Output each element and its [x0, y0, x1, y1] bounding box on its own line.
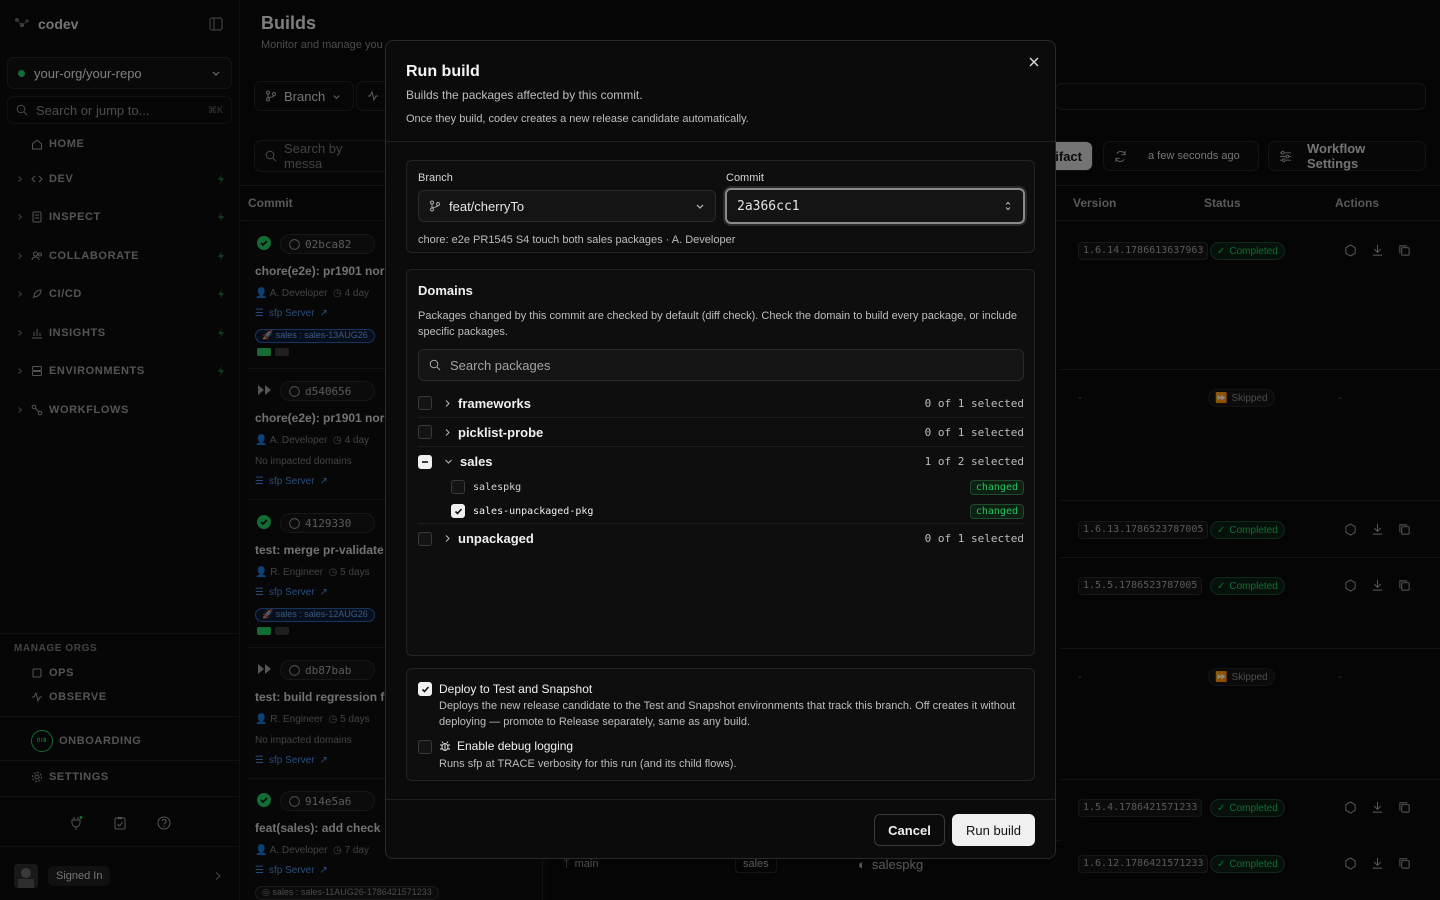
chevron-down-icon: [695, 201, 705, 211]
commit-label: Commit: [726, 172, 764, 184]
commit-value: 2a366cc1: [737, 198, 800, 214]
divider: [386, 799, 1055, 800]
chevron-down-icon[interactable]: [444, 458, 453, 465]
run-build-dialog: Run build Builds the packages affected b…: [385, 40, 1056, 859]
package-search-placeholder: Search packages: [450, 357, 551, 373]
domain-count: 0 of 1 selected: [924, 396, 1024, 410]
domain-checkbox[interactable]: [418, 531, 432, 546]
divider: [386, 141, 1055, 142]
branch-icon: [429, 200, 441, 212]
search-icon: [429, 359, 441, 371]
package-name: salespkg: [473, 481, 522, 493]
chevron-right-icon[interactable]: [444, 534, 451, 543]
domain-count: 0 of 1 selected: [924, 532, 1024, 545]
domain-checkbox[interactable]: [418, 396, 432, 410]
branch-select[interactable]: feat/cherryTo: [418, 190, 716, 222]
domain-name: sales: [460, 454, 493, 469]
domain-name: picklist-probe: [458, 424, 544, 440]
chevron-right-icon[interactable]: [444, 399, 451, 408]
debug-title: Enable debug logging: [457, 739, 574, 753]
package-row-salespkg[interactable]: salespkg changed: [451, 475, 1024, 499]
branch-value: feat/cherryTo: [449, 198, 525, 214]
dialog-note: Once they build, codev creates a new rel…: [406, 113, 749, 125]
package-checkbox[interactable]: [451, 480, 465, 494]
domains-panel: Domains Packages changed by this commit …: [406, 269, 1035, 656]
domain-row-sales[interactable]: sales 1 of 2 selected: [418, 447, 1024, 476]
domains-title: Domains: [418, 283, 473, 298]
cancel-button[interactable]: Cancel: [874, 814, 945, 846]
domain-row-frameworks[interactable]: frameworks 0 of 1 selected: [418, 389, 1024, 418]
package-search-input[interactable]: Search packages: [418, 349, 1024, 381]
changed-badge: changed: [969, 479, 1024, 495]
source-panel: Branch feat/cherryTo Commit 2a366cc1 cho…: [406, 160, 1035, 253]
package-name: sales-unpackaged-pkg: [473, 505, 594, 517]
options-panel: Deploy to Test and Snapshot Deploys the …: [406, 668, 1035, 781]
package-checkbox-checked[interactable]: [451, 504, 465, 518]
deploy-checkbox[interactable]: [418, 682, 432, 696]
deploy-title: Deploy to Test and Snapshot: [439, 682, 593, 696]
deploy-description: Deploys the new release candidate to the…: [439, 700, 1016, 728]
domain-checkbox[interactable]: [418, 425, 432, 439]
domain-count: 0 of 1 selected: [924, 425, 1024, 439]
commit-description: chore: e2e PR1545 S4 touch both sales pa…: [418, 234, 736, 246]
close-icon[interactable]: [1028, 56, 1042, 70]
domain-row-unpackaged[interactable]: unpackaged 0 of 1 selected: [418, 524, 1024, 553]
bug-icon: [439, 740, 451, 752]
domain-checkbox-indeterminate[interactable]: [418, 454, 432, 469]
domains-description: Packages changed by this commit are chec…: [418, 310, 1018, 338]
chevrons-up-down-icon: [1003, 200, 1013, 212]
run-build-button[interactable]: Run build: [952, 814, 1035, 846]
dialog-title: Run build: [406, 63, 480, 80]
package-row-sales-unpackaged-pkg[interactable]: sales-unpackaged-pkg changed: [451, 499, 1024, 523]
domain-name: unpackaged: [458, 531, 534, 546]
debug-checkbox[interactable]: [418, 740, 432, 754]
changed-badge: changed: [969, 503, 1024, 519]
debug-description: Runs sfp at TRACE verbosity for this run…: [439, 758, 737, 770]
domain-row-picklist-probe[interactable]: picklist-probe 0 of 1 selected: [418, 418, 1024, 447]
chevron-right-icon[interactable]: [444, 428, 451, 437]
domain-name: frameworks: [458, 395, 531, 411]
domain-count: 1 of 2 selected: [924, 455, 1024, 468]
branch-label: Branch: [418, 172, 453, 184]
debug-title-row: Enable debug logging: [439, 739, 573, 753]
dialog-subtitle: Builds the packages affected by this com…: [406, 88, 643, 102]
commit-select[interactable]: 2a366cc1: [725, 188, 1025, 224]
